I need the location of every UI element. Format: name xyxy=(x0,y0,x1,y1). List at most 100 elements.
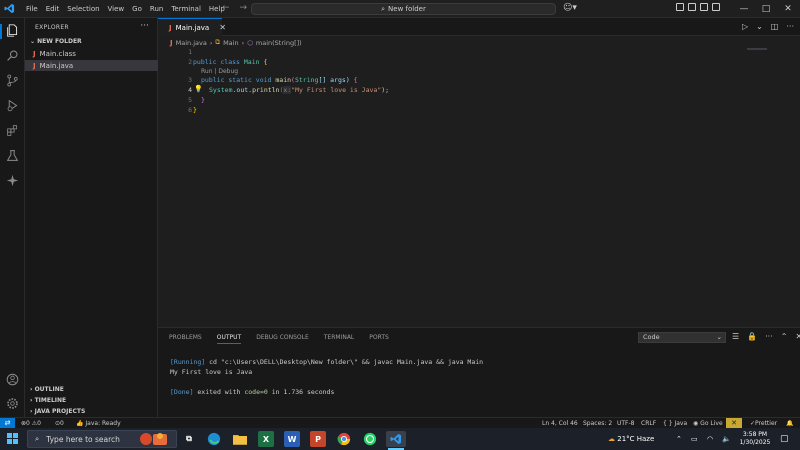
menu-selection[interactable]: Selection xyxy=(63,0,103,18)
lightbulb-icon[interactable]: 💡 xyxy=(194,85,203,93)
minimap[interactable] xyxy=(747,48,767,50)
minimize-button[interactable]: — xyxy=(733,0,755,18)
section-timeline[interactable]: › TIMELINE xyxy=(30,397,66,404)
testing-icon[interactable] xyxy=(5,148,20,163)
tab-output[interactable]: OUTPUT xyxy=(216,334,242,344)
toggle-secondary-sidebar-icon[interactable] xyxy=(700,3,708,11)
bottom-panel: PROBLEMS OUTPUT DEBUG CONSOLE TERMINAL P… xyxy=(158,327,800,417)
maximize-panel-icon[interactable]: ⌃ xyxy=(781,332,788,341)
account-icon[interactable] xyxy=(5,372,20,387)
close-icon[interactable]: ✕ xyxy=(219,23,226,32)
search-icon: ⌕ xyxy=(381,4,386,13)
section-outline[interactable]: › OUTLINE xyxy=(30,386,64,393)
close-button[interactable]: ✕ xyxy=(777,0,799,18)
indentation[interactable]: Spaces: 2 xyxy=(583,419,612,428)
command-center[interactable]: ⌕ New folder xyxy=(251,3,556,15)
cursor-position[interactable]: Ln 4, Col 46 xyxy=(542,419,578,428)
taskbar-clock[interactable]: 3:58 PM 1/30/2025 xyxy=(737,431,773,447)
customize-layout-icon[interactable] xyxy=(712,3,720,11)
volume-icon[interactable]: 🔈 xyxy=(722,428,731,450)
code-editor[interactable]: 1 2 3 4 5 6 public class Main { Run | De… xyxy=(158,46,800,326)
java-status[interactable]: 👍 Java: Ready xyxy=(76,419,121,428)
copilot-chat-icon[interactable] xyxy=(5,173,20,188)
thumbs-up-icon: 👍 xyxy=(76,420,84,427)
bell-icon[interactable]: 🔔 xyxy=(786,419,793,428)
prettier-status[interactable]: ✓Prettier xyxy=(750,419,777,428)
wifi-icon[interactable]: ◠ xyxy=(707,428,713,450)
tab-label: Main.java xyxy=(175,23,210,32)
windows-start-icon[interactable] xyxy=(7,433,18,444)
problems-indicator[interactable]: ⊗0 ⚠0 xyxy=(21,419,41,428)
notification-icon[interactable]: ✕ xyxy=(726,418,742,428)
tab-main-java[interactable]: J Main.java ✕ xyxy=(158,18,226,36)
weather-widget[interactable]: ☁ 21°C Haze xyxy=(608,428,654,450)
language-mode[interactable]: { } Java xyxy=(663,419,687,428)
go-live-button[interactable]: ◉ Go Live xyxy=(693,419,723,428)
end-of-line[interactable]: CRLF xyxy=(641,419,656,428)
more-actions-icon[interactable]: ··· xyxy=(786,22,794,31)
search-icon[interactable] xyxy=(5,48,20,63)
edge-icon[interactable] xyxy=(206,431,222,447)
task-view-icon[interactable]: ⧉ xyxy=(181,431,197,447)
toggle-sidebar-icon[interactable] xyxy=(676,3,684,11)
windows-taskbar: ⌕ Type here to search ⧉ X W P ☁ 21°C Haz… xyxy=(0,428,800,450)
file-item-main-java[interactable]: J Main.java xyxy=(25,60,158,71)
extensions-icon[interactable] xyxy=(5,123,20,138)
copilot-icon[interactable]: ☺▾ xyxy=(563,3,577,13)
menu-edit[interactable]: Edit xyxy=(42,0,64,18)
menu-run[interactable]: Run xyxy=(146,0,167,18)
codelens-run-debug[interactable]: Run | Debug xyxy=(201,68,238,75)
forward-arrow-icon[interactable]: → xyxy=(240,3,248,13)
output-line-done: [Done] exited with code=0 in 1.736 secon… xyxy=(170,388,335,396)
tab-terminal[interactable]: TERMINAL xyxy=(324,334,355,344)
source-control-icon[interactable] xyxy=(5,73,20,88)
powerpoint-icon[interactable]: P xyxy=(310,431,326,447)
code-line-2: public class Main { xyxy=(193,58,268,66)
run-icon[interactable]: ▷ xyxy=(742,22,748,31)
section-label: TIMELINE xyxy=(34,397,67,404)
lock-icon[interactable]: 🔒 xyxy=(747,332,757,341)
back-arrow-icon[interactable]: ← xyxy=(222,3,230,13)
active-indicator xyxy=(0,24,2,39)
vscode-taskbar-icon[interactable] xyxy=(386,431,406,447)
menu-terminal[interactable]: Terminal xyxy=(167,0,205,18)
toggle-panel-icon[interactable] xyxy=(688,3,696,11)
maximize-button[interactable]: □ xyxy=(755,0,777,18)
sidebar-title: EXPLORER xyxy=(35,24,69,31)
network-icon[interactable]: ▭ xyxy=(691,428,698,450)
line-number: 6 xyxy=(188,106,192,114)
more-actions-icon[interactable]: ··· xyxy=(765,332,773,341)
editor-actions: ▷ ⌄ ◫ ··· xyxy=(742,22,794,31)
notifications-icon[interactable]: ▢ xyxy=(780,428,789,450)
section-java-projects[interactable]: › JAVA PROJECTS xyxy=(30,408,85,415)
menu-file[interactable]: File xyxy=(22,0,42,18)
line-number: 4 xyxy=(188,86,192,94)
run-debug-icon[interactable] xyxy=(5,98,20,113)
tab-debug-console[interactable]: DEBUG CONSOLE xyxy=(256,334,309,344)
layout-controls xyxy=(676,3,720,11)
encoding[interactable]: UTF-8 xyxy=(617,419,635,428)
output-channel-select[interactable]: Code ⌄ xyxy=(638,332,726,343)
folder-new-folder[interactable]: ⌄ NEW FOLDER xyxy=(30,38,82,45)
settings-gear-icon[interactable] xyxy=(5,396,20,411)
file-item-main-class[interactable]: J Main.class xyxy=(33,48,158,59)
tab-problems[interactable]: PROBLEMS xyxy=(169,334,202,344)
explorer-icon[interactable] xyxy=(5,23,20,38)
code-line-6: } xyxy=(193,106,197,114)
excel-icon[interactable]: X xyxy=(258,431,274,447)
chevron-up-icon[interactable]: ⌃ xyxy=(676,428,682,450)
chrome-icon[interactable] xyxy=(336,431,352,447)
whatsapp-icon[interactable] xyxy=(362,431,378,447)
output-line-running: [Running] cd "c:\Users\DELL\Desktop\New … xyxy=(170,358,484,366)
chevron-down-icon[interactable]: ⌄ xyxy=(756,22,763,31)
split-editor-icon[interactable]: ◫ xyxy=(771,22,779,31)
menu-view[interactable]: View xyxy=(104,0,129,18)
clear-output-icon[interactable]: ☰ xyxy=(732,332,739,341)
menu-go[interactable]: Go xyxy=(128,0,146,18)
close-panel-icon[interactable]: ✕ xyxy=(795,332,800,341)
tab-ports[interactable]: PORTS xyxy=(369,334,389,344)
more-actions-icon[interactable]: ··· xyxy=(140,21,149,31)
word-icon[interactable]: W xyxy=(284,431,300,447)
file-explorer-icon[interactable] xyxy=(232,431,248,447)
ports-indicator[interactable]: ⊙0 xyxy=(55,419,64,428)
